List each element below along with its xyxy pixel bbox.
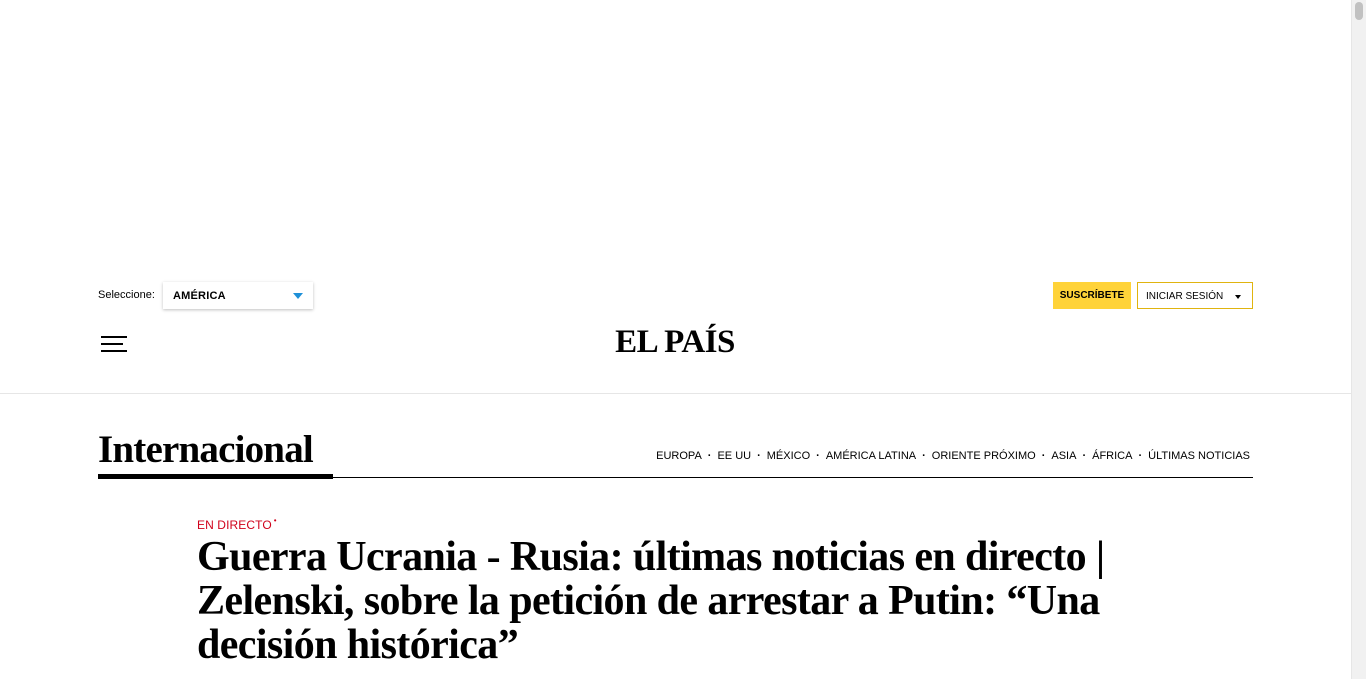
scrollbar-thumb[interactable] [1355, 2, 1363, 20]
section-title[interactable]: Internacional [98, 426, 314, 474]
section-nav: EUROPA · EE UU · MÉXICO · AMÉRICA LATINA… [656, 450, 1250, 462]
chevron-down-icon [1235, 295, 1241, 299]
section-nav-ee-uu[interactable]: EE UU [717, 450, 751, 462]
ad-space [0, 0, 1351, 270]
triangle-down-icon [293, 293, 303, 299]
login-button[interactable]: INICIAR SESIÓN [1137, 282, 1253, 309]
edition-select[interactable]: AMÉRICA [163, 282, 313, 309]
section-title-underline [98, 474, 333, 479]
subscribe-button[interactable]: SUSCRÍBETE [1053, 282, 1131, 309]
nav-separator: · [757, 450, 761, 462]
section-nav-europa[interactable]: EUROPA [656, 450, 702, 462]
live-kicker[interactable]: EN DIRECTO • [197, 516, 277, 532]
section-nav-america-latina[interactable]: AMÉRICA LATINA [826, 450, 916, 462]
nav-separator: · [816, 450, 820, 462]
article-headline[interactable]: Guerra Ucrania - Rusia: últimas noticias… [197, 535, 1157, 667]
section-nav-oriente-proximo[interactable]: ORIENTE PRÓXIMO [932, 450, 1036, 462]
login-label: INICIAR SESIÓN [1146, 291, 1224, 302]
section-nav-africa[interactable]: ÁFRICA [1092, 450, 1132, 462]
live-kicker-text: EN DIRECTO [197, 518, 272, 532]
nav-separator: · [1041, 450, 1046, 462]
nav-separator: · [1082, 450, 1087, 462]
header-divider [0, 393, 1351, 394]
edition-select-value: AMÉRICA [173, 290, 226, 302]
section-nav-ultimas-noticias[interactable]: ÚLTIMAS NOTICIAS [1148, 450, 1250, 462]
nav-separator: · [922, 450, 926, 462]
edition-label: Seleccione: [98, 289, 155, 301]
site-logo[interactable]: EL PAÍS [600, 324, 750, 361]
section-nav-mexico[interactable]: MÉXICO [767, 450, 810, 462]
live-dot-icon: • [273, 516, 277, 525]
section-nav-asia[interactable]: ASIA [1051, 450, 1076, 462]
nav-separator: · [1138, 450, 1143, 462]
hamburger-menu-icon[interactable] [101, 336, 128, 354]
top-bar: Seleccione: AMÉRICA SUSCRÍBETE INICIAR S… [98, 282, 1253, 310]
scrollbar[interactable] [1351, 0, 1366, 679]
nav-separator: · [707, 450, 712, 462]
